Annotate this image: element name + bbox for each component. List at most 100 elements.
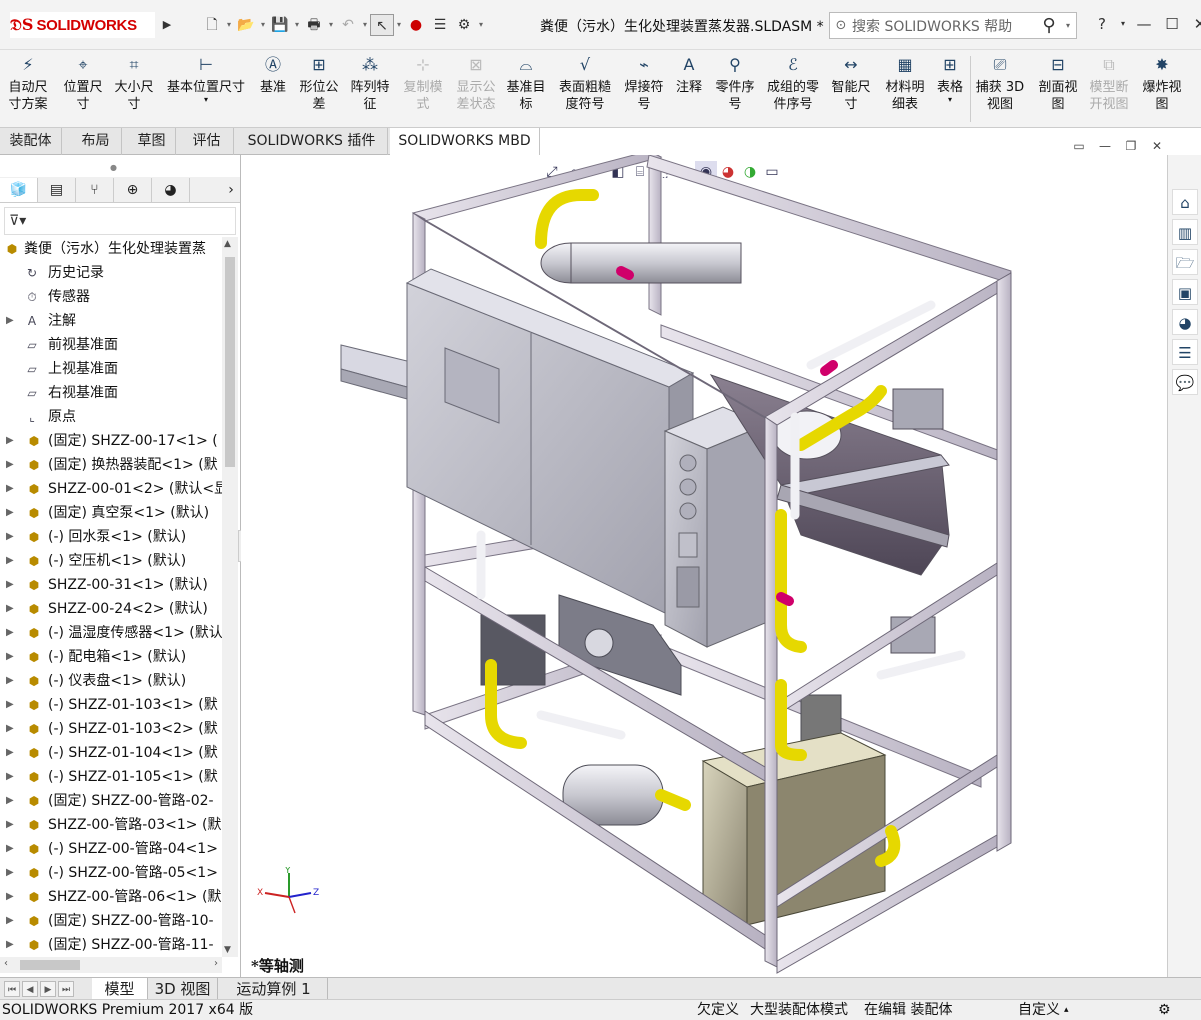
options-dropdown-icon[interactable]: ▾ xyxy=(476,14,486,36)
scroll-left-icon[interactable]: ‹ xyxy=(4,958,8,969)
next-tab-icon[interactable]: ▶ xyxy=(40,981,56,997)
tab-solidworks-addins[interactable]: SOLIDWORKS 插件 xyxy=(236,128,388,155)
expand-arrow-icon[interactable]: ▶ xyxy=(6,909,18,933)
expand-arrow-icon[interactable]: ▶ xyxy=(6,597,18,621)
tree-item-annotations[interactable]: ▶ A 注解 xyxy=(0,309,222,333)
print-icon[interactable]: 🖶 xyxy=(302,14,326,36)
tree-item-component[interactable]: ▶ ⬢ (-) SHZZ-00-管路-05<1> xyxy=(0,861,222,885)
geometric-tolerance-button[interactable]: ⊞ 形位公差 xyxy=(296,54,342,113)
dropdown-icon[interactable]: ▾ xyxy=(162,96,250,104)
tab-layout[interactable]: 布局 xyxy=(70,128,122,155)
status-quick-tips-icon[interactable]: ⚙ xyxy=(1158,1000,1171,1020)
expand-arrow-icon[interactable]: ▶ xyxy=(6,933,18,957)
surface-finish-button[interactable]: √ 表面粗糙 度符号 xyxy=(552,54,618,113)
property-manager-tab-icon[interactable]: ▤ xyxy=(38,178,76,202)
view-palette-icon[interactable]: ▣ xyxy=(1172,279,1198,305)
tree-item-component[interactable]: ▶ ⬢ (-) SHZZ-01-103<2> (默 xyxy=(0,717,222,741)
search-box[interactable]: ⊙ 搜索 SOLIDWORKS 帮助 ⚲ ▾ xyxy=(829,12,1077,39)
tab-evaluate[interactable]: 评估 xyxy=(180,128,234,155)
tree-item-component[interactable]: ▶ ⬢ SHZZ-00-24<2> (默认) xyxy=(0,597,222,621)
expand-arrow-icon[interactable]: ▶ xyxy=(6,501,18,525)
print-dropdown-icon[interactable]: ▾ xyxy=(326,14,336,36)
expand-arrow-icon[interactable]: ▶ xyxy=(6,741,18,765)
help-button[interactable]: ? xyxy=(1088,12,1116,36)
forum-icon[interactable]: 💬 xyxy=(1172,369,1198,395)
design-library-icon[interactable]: ▥ xyxy=(1172,219,1198,245)
custom-properties-icon[interactable]: ☰ xyxy=(1172,339,1198,365)
open-icon[interactable]: 📂 xyxy=(234,14,258,36)
expand-arrow-icon[interactable]: ▶ xyxy=(6,453,18,477)
basic-location-dimension-button[interactable]: ⊢ 基本位置尺寸 ▾ xyxy=(162,54,250,104)
rebuild-icon[interactable]: ● xyxy=(404,14,428,36)
bottom-tab-model[interactable]: 模型 xyxy=(92,978,148,1000)
tree-vertical-scrollbar[interactable]: ▲ ▼ xyxy=(222,237,238,957)
file-properties-icon[interactable]: ☰ xyxy=(428,14,452,36)
scroll-down-icon[interactable]: ▼ xyxy=(224,945,231,955)
new-icon[interactable]: 🗋 xyxy=(200,14,224,36)
bottom-tab-motion-study-1[interactable]: 运动算例 1 xyxy=(220,978,328,1000)
tree-item-component[interactable]: ▶ ⬢ (-) 配电箱<1> (默认) xyxy=(0,645,222,669)
tree-item-sensors[interactable]: ⏱ 传感器 xyxy=(0,285,222,309)
weld-symbol-button[interactable]: ⌁ 焊接符号 xyxy=(620,54,668,113)
expand-arrow-icon[interactable]: ▶ xyxy=(6,885,18,909)
expand-arrow-icon[interactable]: ▶ xyxy=(6,813,18,837)
options-icon[interactable]: ⚙ xyxy=(452,14,476,36)
first-tab-icon[interactable]: ⏮ xyxy=(4,981,20,997)
tree-item-origin[interactable]: ⌞ 原点 xyxy=(0,405,222,429)
tree-item-component[interactable]: ▶ ⬢ (固定) SHZZ-00-管路-10- xyxy=(0,909,222,933)
tree-item-component[interactable]: ▶ ⬢ (固定) 真空泵<1> (默认) xyxy=(0,501,222,525)
tree-item-component[interactable]: ▶ ⬢ (-) 温湿度传感器<1> (默认 xyxy=(0,621,222,645)
datum-target-button[interactable]: ⌓ 基准目标 xyxy=(502,54,550,113)
expand-arrow-icon[interactable]: ▶ xyxy=(6,429,18,453)
bill-of-materials-button[interactable]: ▦ 材料明 细表 xyxy=(876,54,934,113)
save-dropdown-icon[interactable]: ▾ xyxy=(292,14,302,36)
expand-arrow-icon[interactable]: ▶ xyxy=(6,549,18,573)
expand-arrow-icon[interactable]: ▶ xyxy=(6,717,18,741)
status-units[interactable]: 自定义 xyxy=(1018,1000,1060,1020)
maximize-icon[interactable]: ☐ xyxy=(1158,12,1186,36)
doc-minimize-icon[interactable]: ▭ xyxy=(1066,139,1092,153)
tree-item-component[interactable]: ▶ ⬢ (-) SHZZ-00-管路-04<1> xyxy=(0,837,222,861)
show-tolerance-status-button[interactable]: ⊠ 显示公 差状态 xyxy=(450,54,502,113)
hscroll-thumb[interactable] xyxy=(20,960,80,970)
assembly-model[interactable] xyxy=(241,155,1167,977)
pattern-feature-button[interactable]: ⁂ 阵列特征 xyxy=(346,54,394,113)
tree-item-front-plane[interactable]: ▱ 前视基准面 xyxy=(0,333,222,357)
tree-item-component[interactable]: ▶ ⬢ SHZZ-00-01<2> (默认<显 xyxy=(0,477,222,501)
solidworks-logo[interactable]: 𝔇S SOLIDWORKS xyxy=(10,12,155,38)
file-explorer-icon[interactable]: 🗁 xyxy=(1172,249,1198,275)
tree-horizontal-scrollbar[interactable]: ‹ › xyxy=(0,957,222,973)
doc-restore-icon[interactable]: — xyxy=(1092,139,1118,153)
filter-icon[interactable]: ⊽▾ xyxy=(9,213,26,229)
scroll-thumb[interactable] xyxy=(225,257,235,467)
note-button[interactable]: A 注释 xyxy=(670,54,708,96)
tables-button[interactable]: ⊞ 表格 ▾ xyxy=(932,54,968,104)
tree-item-component[interactable]: ▶ ⬢ (-) 空压机<1> (默认) xyxy=(0,549,222,573)
save-icon[interactable]: 💾 xyxy=(268,14,292,36)
feature-manager-tab-icon[interactable]: 🧊 xyxy=(0,178,38,202)
help-dropdown-icon[interactable]: ▾ xyxy=(1116,12,1130,36)
auto-dimension-scheme-button[interactable]: ⚡ 自动尺 寸方案 xyxy=(4,54,52,113)
tree-item-history[interactable]: ↻ 历史记录 xyxy=(0,261,222,285)
open-dropdown-icon[interactable]: ▾ xyxy=(258,14,268,36)
tree-item-component[interactable]: ▶ ⬢ (固定) 换热器装配<1> (默 xyxy=(0,453,222,477)
configuration-manager-tab-icon[interactable]: ⑂ xyxy=(76,178,114,202)
close-icon[interactable]: ✕ xyxy=(1186,12,1201,36)
minimize-icon[interactable]: — xyxy=(1130,12,1158,36)
pane-grip-icon[interactable]: ● xyxy=(110,163,117,172)
select-dropdown-icon[interactable]: ▾ xyxy=(394,14,404,36)
tree-item-component[interactable]: ▶ ⬢ (-) 仪表盘<1> (默认) xyxy=(0,669,222,693)
scroll-right-icon[interactable]: › xyxy=(214,958,218,969)
dropdown-icon[interactable]: ▾ xyxy=(932,96,968,104)
menu-expand-icon[interactable]: ▶ xyxy=(160,14,174,36)
search-dropdown-icon[interactable]: ▾ xyxy=(1066,21,1076,30)
tree-root[interactable]: ⬢ 粪便（污水）生化处理装置蒸 xyxy=(0,237,222,261)
tree-item-component[interactable]: ▶ ⬢ (-) SHZZ-01-104<1> (默 xyxy=(0,741,222,765)
expand-arrow-icon[interactable]: ▶ xyxy=(6,789,18,813)
expand-arrow-icon[interactable]: ▶ xyxy=(6,309,18,333)
balloon-button[interactable]: ⚲ 零件序号 xyxy=(710,54,760,113)
expand-arrow-icon[interactable]: ▶ xyxy=(6,837,18,861)
scroll-up-icon[interactable]: ▲ xyxy=(224,239,231,249)
tab-assembly[interactable]: 装配体 xyxy=(0,128,62,155)
tree-item-component[interactable]: ▶ ⬢ (固定) SHZZ-00-17<1> ( xyxy=(0,429,222,453)
